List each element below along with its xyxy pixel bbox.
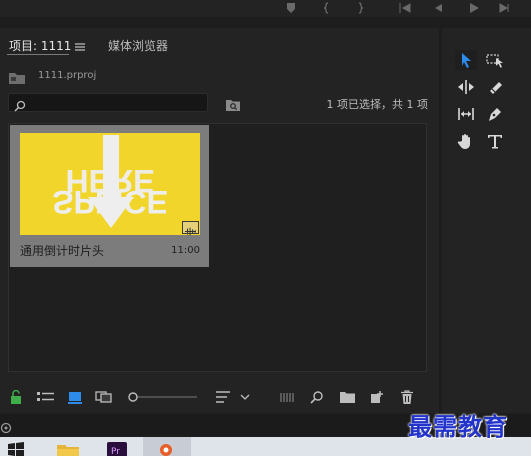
chevron-down-icon[interactable] xyxy=(240,390,250,404)
sort-icons-icon[interactable] xyxy=(215,390,231,404)
creative-cloud-icon[interactable] xyxy=(0,419,12,434)
lock-icon[interactable] xyxy=(10,390,22,404)
track-select-tool[interactable] xyxy=(484,50,506,70)
go-to-in-icon[interactable] xyxy=(398,1,412,15)
premiere-pro-icon[interactable]: Pr xyxy=(106,441,128,456)
pen-tool[interactable] xyxy=(484,104,506,124)
automate-to-sequence-icon[interactable] xyxy=(280,390,296,404)
windows-start-icon[interactable] xyxy=(6,441,26,456)
program-monitor-transport-bar xyxy=(0,0,531,17)
search-icon xyxy=(14,97,26,112)
project-items-grid: HERE SPLICE 通用倒计时片头 11:00 xyxy=(8,123,427,372)
list-view-icon[interactable] xyxy=(37,390,54,404)
mark-in-icon[interactable] xyxy=(320,1,334,15)
type-tool[interactable] xyxy=(484,131,506,151)
project-file-name: 1111.prproj xyxy=(38,70,97,81)
new-item-icon[interactable] xyxy=(370,390,384,404)
tab-media-browser[interactable]: 媒体浏览器 xyxy=(108,37,168,54)
mark-out-icon[interactable] xyxy=(353,1,367,15)
new-bin-icon[interactable] xyxy=(340,390,355,404)
active-tab-indicator xyxy=(7,54,69,55)
find-icon[interactable] xyxy=(310,390,324,404)
find-in-bin-icon[interactable] xyxy=(226,96,240,111)
icon-view-icon[interactable] xyxy=(68,390,82,404)
media-encoder-icon[interactable] xyxy=(156,441,176,456)
clip-item[interactable]: HERE SPLICE 通用倒计时片头 11:00 xyxy=(10,125,209,267)
ripple-edit-tool[interactable] xyxy=(455,77,477,97)
freeform-view-icon[interactable] xyxy=(95,390,117,404)
step-forward-icon[interactable] xyxy=(497,1,511,15)
selection-tool[interactable] xyxy=(455,50,477,70)
razor-tool[interactable] xyxy=(484,77,506,97)
clip-name: 通用倒计时片头 xyxy=(20,244,105,258)
play-icon[interactable] xyxy=(467,1,481,15)
search-input[interactable] xyxy=(8,93,208,112)
add-marker-icon[interactable] xyxy=(284,1,298,15)
step-back-icon[interactable] xyxy=(431,1,445,15)
premiere-window: 项目: 1111 媒体浏览器 1111.prproj 1 项已选择，共 1 项 … xyxy=(0,0,531,456)
trash-icon[interactable] xyxy=(401,390,413,404)
project-file-icon xyxy=(9,69,25,84)
tab-project[interactable]: 项目: 1111 xyxy=(9,37,71,54)
audio-waveform-icon xyxy=(182,221,199,236)
slip-tool[interactable] xyxy=(455,104,477,124)
clip-duration: 11:00 xyxy=(171,245,200,256)
project-panel: 项目: 1111 媒体浏览器 1111.prproj 1 项已选择，共 1 项 … xyxy=(0,28,439,413)
panel-menu-icon[interactable] xyxy=(74,38,86,51)
clip-thumbnail: HERE SPLICE xyxy=(20,133,200,235)
tools-panel xyxy=(442,28,531,413)
watermark-text: 最需教育 xyxy=(408,412,508,441)
selection-status: 1 项已选择，共 1 项 xyxy=(326,98,429,111)
file-explorer-icon[interactable] xyxy=(56,441,80,456)
zoom-slider[interactable] xyxy=(127,390,197,404)
hand-tool[interactable] xyxy=(455,131,477,151)
svg-text:Pr: Pr xyxy=(111,447,120,456)
